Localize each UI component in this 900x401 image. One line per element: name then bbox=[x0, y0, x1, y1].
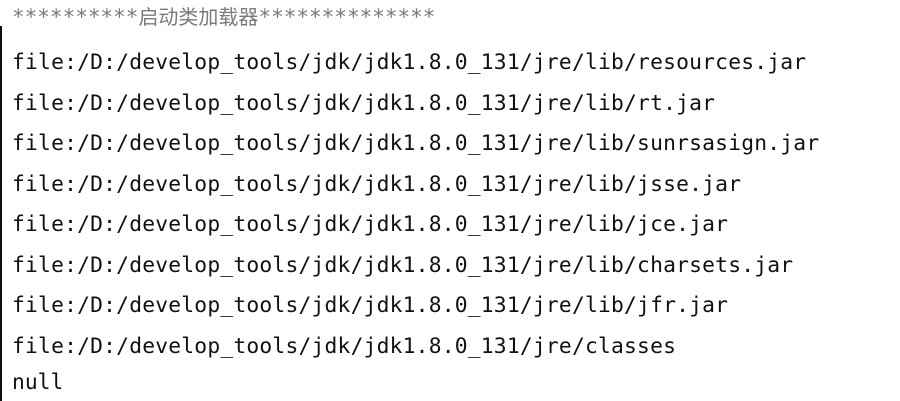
console-output: **********启动类加载器************** file:/D:/… bbox=[0, 0, 900, 401]
header-title: 启动类加载器 bbox=[138, 5, 259, 29]
console-left-border bbox=[0, 26, 2, 401]
output-line: file:/D:/develop_tools/jdk/jdk1.8.0_131/… bbox=[12, 171, 742, 197]
output-line: file:/D:/develop_tools/jdk/jdk1.8.0_131/… bbox=[12, 212, 729, 237]
output-line: file:/D:/develop_tools/jdk/jdk1.8.0_131/… bbox=[12, 333, 677, 359]
header-line: **********启动类加载器************** bbox=[12, 2, 435, 32]
output-line: file:/D:/develop_tools/jdk/jdk1.8.0_131/… bbox=[12, 293, 729, 318]
output-line: file:/D:/develop_tools/jdk/jdk1.8.0_131/… bbox=[12, 90, 716, 116]
null-output-line: null bbox=[12, 370, 64, 395]
header-prefix: ********** bbox=[12, 5, 139, 29]
output-line: file:/D:/develop_tools/jdk/jdk1.8.0_131/… bbox=[12, 252, 794, 278]
output-line: file:/D:/develop_tools/jdk/jdk1.8.0_131/… bbox=[12, 131, 820, 156]
output-line: file:/D:/develop_tools/jdk/jdk1.8.0_131/… bbox=[12, 50, 807, 75]
output-lines: file:/D:/develop_tools/jdk/jdk1.8.0_131/… bbox=[12, 44, 819, 368]
header-suffix: ************** bbox=[258, 5, 436, 29]
